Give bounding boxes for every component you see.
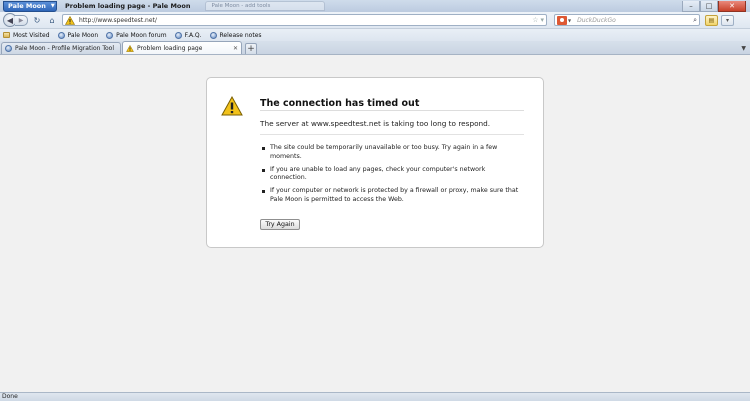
search-icon[interactable]: ⌕	[693, 16, 697, 25]
tab-label: Pale Moon - Profile Migration Tool	[15, 45, 115, 52]
addon-icon[interactable]: ▤	[705, 14, 718, 26]
back-arrow-icon: ◀	[6, 15, 14, 25]
search-bar[interactable]: ▼ DuckDuckGo ⌕	[554, 14, 700, 26]
warning-icon	[65, 15, 75, 25]
bookmark-pale-moon[interactable]: Pale Moon	[57, 31, 99, 39]
divider	[260, 110, 524, 111]
tab-list-icon[interactable]: ▼	[741, 45, 746, 52]
warning-icon	[221, 96, 243, 116]
list-item: If you are unable to load any pages, che…	[262, 166, 520, 183]
close-icon[interactable]: ✕	[718, 0, 746, 12]
page-content: The connection has timed out The server …	[0, 55, 750, 392]
error-suggestions: The site could be temporarily unavailabl…	[262, 144, 520, 209]
globe-icon	[106, 31, 114, 39]
reload-button[interactable]: ↻	[31, 14, 43, 26]
search-input[interactable]: DuckDuckGo	[577, 17, 616, 24]
bookmarks-toolbar: Most Visited Pale Moon Pale Moon forum F…	[0, 29, 750, 41]
globe-icon	[57, 31, 65, 39]
tab-profile-migration[interactable]: Pale Moon - Profile Migration Tool	[1, 42, 121, 54]
try-again-button[interactable]: Try Again	[260, 219, 300, 230]
folder-icon	[3, 32, 10, 38]
tab-label: Problem loading page	[137, 44, 203, 52]
duckduckgo-icon[interactable]	[557, 15, 567, 25]
error-title: The connection has timed out	[260, 98, 420, 109]
navigation-toolbar: ◀ ▶ ↻ ⌂ http://www.speedtest.net/ ☆ ▾ ▼ …	[0, 12, 750, 29]
forward-button[interactable]: ▶	[15, 14, 28, 26]
app-menu-label: Pale Moon	[8, 2, 46, 10]
bookmark-label: Release notes	[219, 31, 262, 39]
warning-icon	[126, 44, 134, 52]
globe-icon	[209, 31, 217, 39]
bookmark-label: Pale Moon	[67, 31, 99, 39]
tab-strip: Pale Moon - Profile Migration Tool Probl…	[0, 41, 750, 55]
url-bar[interactable]: http://www.speedtest.net/ ☆ ▾	[62, 14, 547, 26]
error-description: The server at www.speedtest.net is takin…	[260, 119, 491, 128]
bookmark-label: F.A.Q.	[184, 31, 202, 39]
globe-icon	[5, 45, 12, 52]
plus-icon: +	[247, 44, 255, 54]
chevron-down-icon[interactable]: ▼	[568, 18, 571, 23]
bookmark-most-visited[interactable]: Most Visited	[3, 32, 50, 39]
reload-icon: ↻	[33, 15, 41, 25]
bookmark-label: Pale Moon forum	[116, 31, 167, 39]
url-bar-actions: ☆ ▾	[532, 16, 546, 24]
home-icon: ⌂	[49, 15, 55, 25]
list-item: If your computer or network is protected…	[262, 187, 519, 203]
minimize-icon[interactable]: –	[682, 0, 700, 12]
globe-icon	[174, 31, 182, 39]
error-panel: The connection has timed out The server …	[206, 77, 544, 248]
forward-arrow-icon: ▶	[18, 16, 24, 24]
url-text[interactable]: http://www.speedtest.net/	[79, 17, 157, 24]
bookmark-label: Most Visited	[13, 31, 50, 39]
tab-close-icon[interactable]: ✕	[233, 45, 238, 52]
app-menu-button[interactable]: Pale Moon ▼	[3, 0, 57, 12]
toolbar-buttons: ▤ ▾	[705, 14, 734, 26]
chevron-down-icon: ▼	[50, 3, 55, 9]
menu-dropdown-icon[interactable]: ▾	[721, 14, 734, 26]
tab-problem-loading[interactable]: Problem loading page ✕	[122, 41, 242, 54]
back-forward-group: ◀ ▶	[3, 13, 28, 27]
status-bar: Done	[0, 392, 750, 401]
status-text: Done	[2, 393, 18, 400]
title-bar: Pale Moon ▼ Problem loading page - Pale …	[0, 0, 750, 12]
new-tab-button[interactable]: +	[245, 43, 257, 54]
home-button[interactable]: ⌂	[46, 14, 58, 26]
divider	[260, 134, 524, 135]
bookmark-star-icon[interactable]: ☆	[532, 16, 538, 24]
list-item: The site could be temporarily unavailabl…	[262, 144, 520, 161]
maximize-icon[interactable]: □	[700, 0, 718, 12]
background-window-tab: Pale Moon - add tools	[204, 1, 325, 11]
window-title: Problem loading page - Pale Moon	[65, 2, 191, 10]
dropdown-arrow-icon[interactable]: ▾	[540, 16, 544, 24]
bookmark-faq[interactable]: F.A.Q.	[174, 31, 202, 39]
bookmark-pale-moon-forum[interactable]: Pale Moon forum	[106, 31, 167, 39]
window-controls: – □ ✕	[682, 0, 746, 12]
bookmark-release-notes[interactable]: Release notes	[209, 31, 262, 39]
